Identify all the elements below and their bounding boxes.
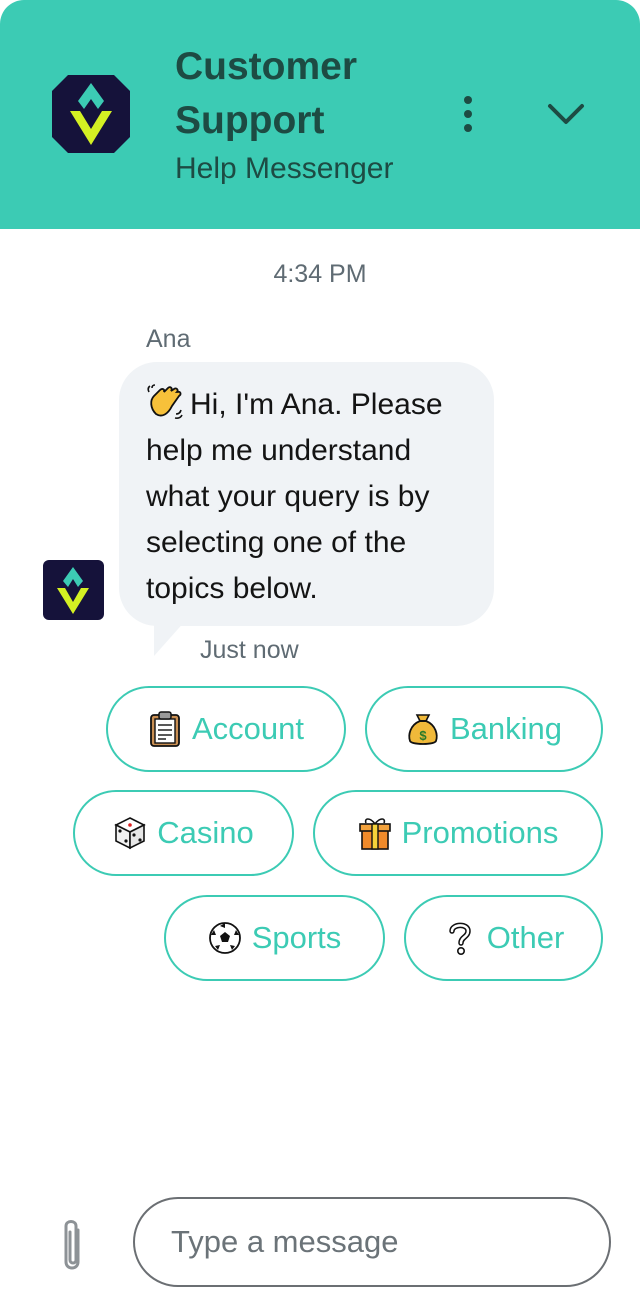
chevron-down-icon[interactable] <box>540 92 592 138</box>
more-vertical-icon[interactable] <box>452 92 484 138</box>
paperclip-icon[interactable] <box>54 1216 90 1278</box>
header-subtitle: Help Messenger <box>175 152 394 185</box>
message-composer <box>0 1180 640 1316</box>
agent-message-bubble: Hi, I'm Ana. Please help me understand w… <box>119 362 494 626</box>
chat-header: Customer Support Help Messenger <box>0 0 640 229</box>
message-sent-time: Just now <box>200 636 299 664</box>
message-timestamp: 4:34 PM <box>273 260 367 288</box>
header-title: Customer Support <box>175 45 358 142</box>
topic-banking-button[interactable]: $ Banking <box>365 686 603 772</box>
wrapped-gift-icon <box>358 818 391 850</box>
topic-promotions-button[interactable]: Promotions <box>313 790 603 876</box>
question-mark-icon <box>448 922 471 955</box>
topic-label: Sports <box>251 920 342 955</box>
agent-avatar-icon <box>43 560 104 620</box>
topic-label: Account <box>191 711 304 746</box>
agent-message-text: Hi, I'm Ana. Please help me understand w… <box>146 388 443 605</box>
topic-sports-button[interactable]: Sports <box>164 895 385 981</box>
topic-label: Other <box>486 920 565 955</box>
topic-casino-button[interactable]: Casino <box>73 790 294 876</box>
topic-other-button[interactable]: Other <box>404 895 603 981</box>
sender-name: Ana <box>146 325 191 353</box>
waving-hand-icon <box>147 384 183 419</box>
money-bag-icon: $ <box>408 714 438 745</box>
topic-label: Promotions <box>401 815 559 850</box>
message-input[interactable] <box>133 1197 611 1287</box>
topic-label: Banking <box>449 711 563 746</box>
soccer-ball-icon <box>208 922 241 954</box>
topic-account-button[interactable]: Account <box>106 686 346 772</box>
clipboard-icon <box>150 711 180 747</box>
brand-logo-icon <box>52 75 130 153</box>
svg-text:$: $ <box>419 728 427 743</box>
topic-label: Casino <box>157 815 254 850</box>
game-die-icon <box>114 817 147 850</box>
